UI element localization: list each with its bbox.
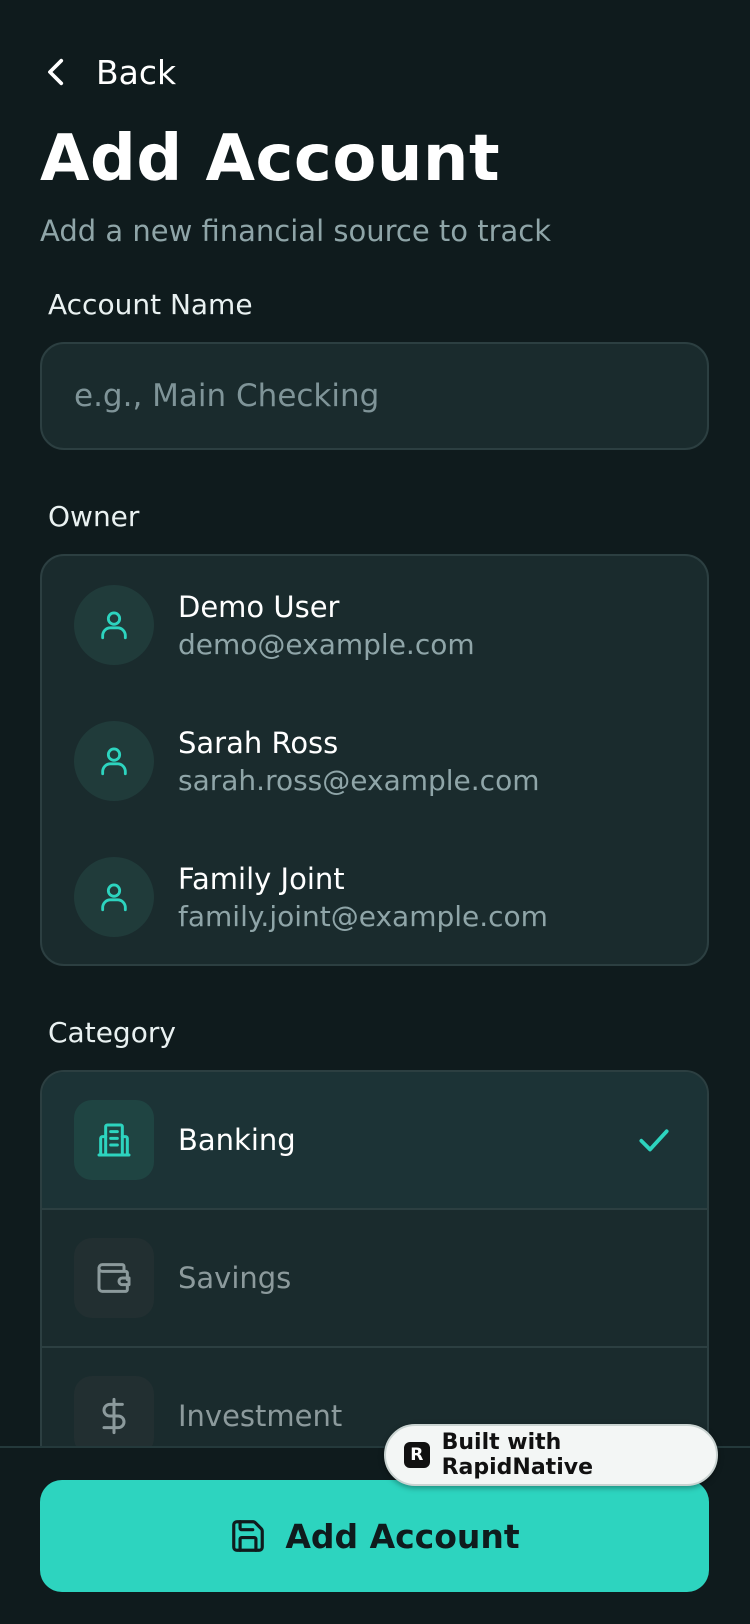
owner-name: Sarah Ross (178, 725, 339, 760)
avatar (74, 585, 154, 665)
add-account-button[interactable]: Add Account (40, 1480, 709, 1592)
cat-icon-container (74, 1100, 154, 1180)
check-icon (639, 1129, 669, 1152)
back-button[interactable]: Back (40, 46, 176, 98)
user-icon (101, 611, 127, 640)
owner-text: Sarah Ross sarah.ross@example.com (178, 726, 539, 797)
owner-email: family.joint@example.com (178, 899, 548, 933)
avatar (74, 857, 154, 937)
category-label: Category (48, 1016, 176, 1049)
owner-email: sarah.ross@example.com (178, 763, 540, 797)
user-icon (101, 747, 127, 776)
owner-option-demo-user[interactable]: Demo User demo@example.com (74, 584, 475, 666)
dollar-icon (102, 1397, 126, 1435)
cat-icon-container (74, 1376, 154, 1456)
badge-text: Built with RapidNative (441, 1430, 593, 1480)
owner-label: Owner (48, 500, 140, 533)
add-account-screen: Back Add Account Add a new financial sou… (0, 0, 750, 1624)
owner-email: demo@example.com (178, 627, 475, 661)
owner-option-family-joint[interactable]: Family Joint family.joint@example.com (74, 856, 548, 938)
user-icon (101, 883, 127, 912)
rapidnative-logo-icon: R (404, 1442, 430, 1468)
add-account-button-label: Add Account (285, 1516, 520, 1556)
page-subtitle: Add a new financial source to track (40, 214, 552, 248)
building-icon (97, 1123, 131, 1157)
wallet-icon (97, 1263, 131, 1293)
owner-list: Demo User demo@example.com Sarah Ross sa… (40, 554, 709, 966)
page-title: Add Account (40, 122, 501, 196)
category-label-text: Banking (178, 1123, 296, 1157)
built-with-badge[interactable]: R Built with RapidNative (384, 1424, 718, 1486)
owner-text: Family Joint family.joint@example.com (178, 862, 548, 933)
account-name-field-container (40, 342, 709, 450)
back-label: Back (96, 52, 177, 92)
account-name-input[interactable] (74, 378, 675, 414)
chevron-left-icon (48, 58, 64, 86)
save-icon (232, 1520, 265, 1552)
category-option-banking[interactable]: Banking (42, 1072, 707, 1210)
category-label-text: Savings (178, 1261, 292, 1295)
owner-text: Demo User demo@example.com (178, 590, 475, 661)
account-name-label: Account Name (48, 288, 253, 321)
owner-name: Demo User (178, 589, 340, 624)
owner-name: Family Joint (178, 861, 345, 896)
category-label-text: Investment (178, 1399, 343, 1433)
owner-option-sarah-ross[interactable]: Sarah Ross sarah.ross@example.com (74, 720, 539, 802)
avatar (74, 721, 154, 801)
cat-icon-container (74, 1238, 154, 1318)
category-option-savings[interactable]: Savings (42, 1210, 707, 1348)
